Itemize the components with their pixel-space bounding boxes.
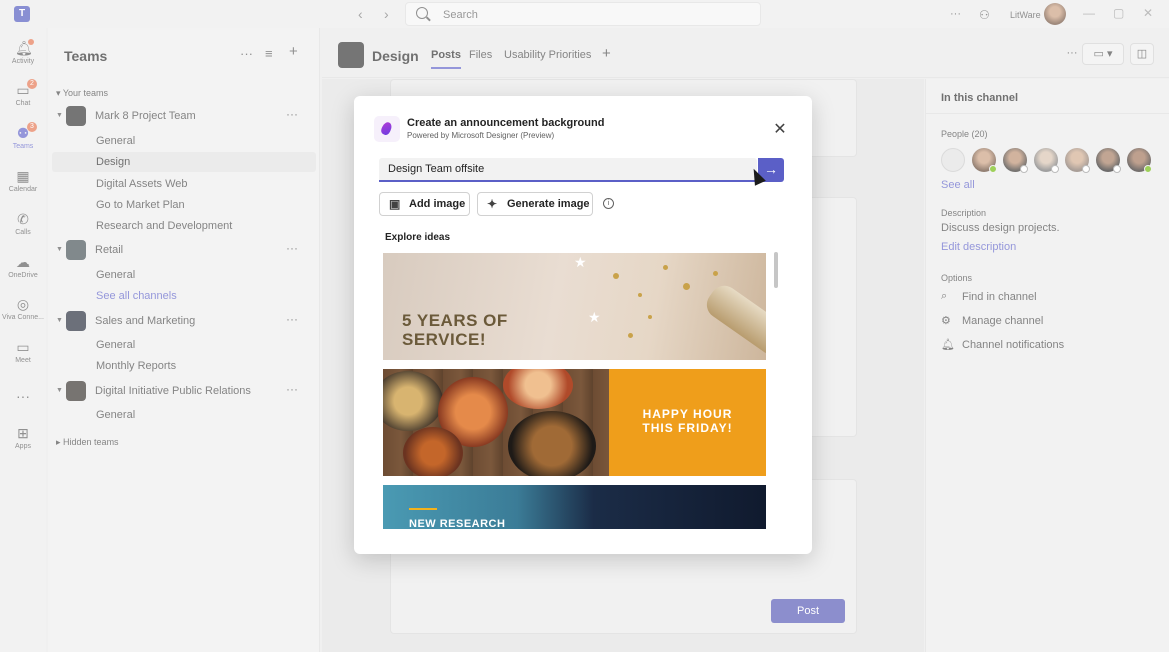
designer-logo-icon (374, 116, 400, 142)
dialog-subtitle: Powered by Microsoft Designer (Preview) (407, 131, 555, 140)
accent-bar (409, 508, 437, 510)
confetti (638, 293, 642, 297)
idea-card-research[interactable]: NEW RESEARCH (383, 485, 766, 529)
idea-line: HAPPY HOUR (642, 407, 733, 421)
idea-line: 5 YEARS OF (402, 311, 508, 330)
button-label: Generate image (507, 198, 590, 210)
idea-card-happy-hour[interactable]: HAPPY HOUR THIS FRIDAY! (383, 369, 766, 476)
button-label: Add image (409, 198, 466, 210)
image-icon: ▣ (389, 197, 401, 211)
ideas-list: ★ ★ 5 YEARS OF SERVICE! HAPPY HOUR THIS … (383, 253, 767, 529)
announcement-background-dialog: Create an announcement background Powere… (354, 96, 812, 554)
confetti (713, 271, 718, 276)
food-plate (508, 411, 596, 476)
sparkle-icon: ✦ (487, 197, 498, 211)
confetti (663, 265, 668, 270)
info-icon[interactable]: i (603, 198, 614, 209)
add-image-button[interactable]: ▣ Add image (379, 192, 470, 216)
idea-text: HAPPY HOUR THIS FRIDAY! (609, 407, 766, 435)
star-icon: ★ (574, 254, 587, 270)
idea-text: NEW RESEARCH (409, 518, 506, 529)
star-icon: ★ (588, 309, 601, 325)
close-icon[interactable]: ✕ (770, 120, 790, 140)
dialog-title: Create an announcement background (407, 117, 605, 129)
scrollbar-thumb[interactable] (774, 252, 778, 288)
idea-line: SERVICE! (402, 330, 486, 349)
idea-card-service[interactable]: ★ ★ 5 YEARS OF SERVICE! (383, 253, 766, 360)
prompt-input[interactable] (379, 158, 757, 182)
confetti (628, 333, 633, 338)
arrow-right-icon: → (764, 161, 778, 177)
confetti (683, 283, 690, 290)
generate-image-button[interactable]: ✦ Generate image (477, 192, 593, 216)
confetti (648, 315, 652, 319)
champagne-bottle-graphic (701, 280, 766, 360)
explore-ideas-label: Explore ideas (385, 232, 451, 243)
idea-text: 5 YEARS OF SERVICE! (402, 311, 508, 349)
confetti (613, 273, 619, 279)
idea-line: THIS FRIDAY! (642, 421, 733, 435)
drink-glass (403, 427, 463, 476)
